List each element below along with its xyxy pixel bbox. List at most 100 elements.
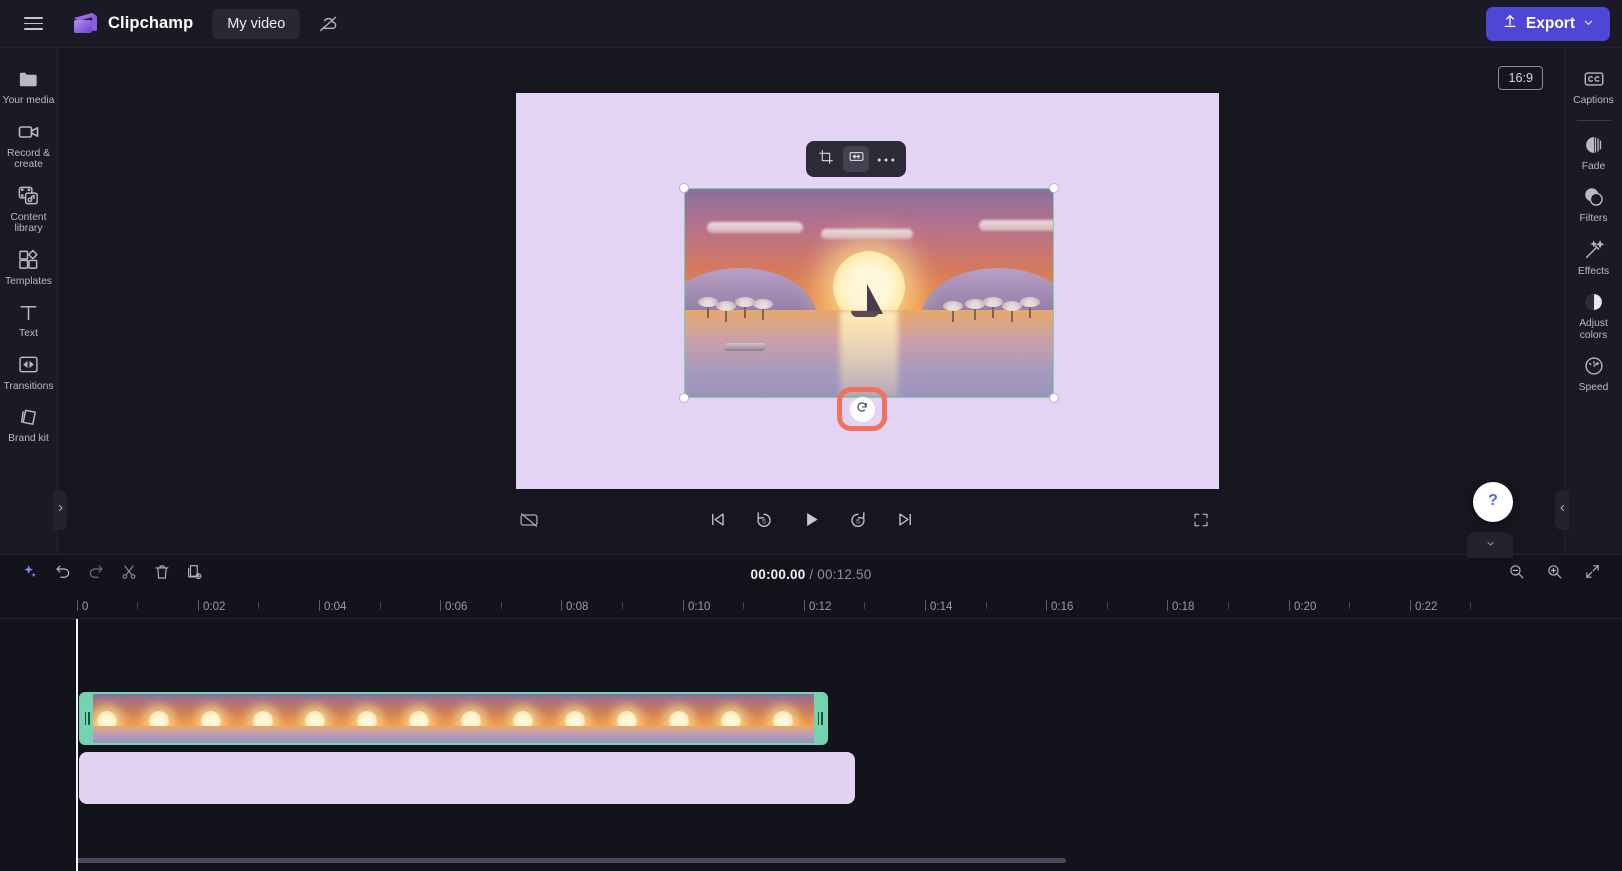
brand-kit-icon — [17, 405, 40, 429]
sidebar-item-effects[interactable]: Effects — [1565, 231, 1622, 284]
editor-body: Your media Record & create Content libra… — [0, 48, 1622, 558]
sidebar-item-adjust-colors[interactable]: Adjust colors — [1565, 283, 1622, 347]
forward-5-button[interactable]: 5 — [843, 507, 873, 537]
sidebar-item-content-library[interactable]: Content library — [0, 177, 58, 241]
resize-handle-top-left[interactable] — [679, 183, 689, 193]
sidebar-item-brand-kit[interactable]: Brand kit — [0, 398, 58, 451]
sidebar-item-record-create[interactable]: Record & create — [0, 113, 58, 177]
sidebar-label: Effects — [1577, 265, 1610, 277]
text-icon — [17, 300, 40, 324]
playback-controls-bar: 5 5 — [58, 490, 1564, 554]
duplicate-button[interactable] — [181, 560, 209, 588]
fit-fill-button[interactable] — [843, 146, 869, 172]
timeline-scroll-track[interactable] — [0, 858, 1622, 867]
clip-thumbnail — [757, 694, 809, 743]
sidebar-item-templates[interactable]: Templates — [0, 241, 58, 294]
trash-icon — [153, 563, 171, 586]
resize-handle-bottom-right[interactable] — [1049, 393, 1059, 403]
ruler-label: 0:10 — [688, 601, 711, 613]
sidebar-item-your-media[interactable]: Your media — [0, 60, 58, 113]
rotate-handle-highlight — [837, 387, 887, 431]
zoom-in-button[interactable] — [1540, 560, 1568, 588]
help-panel-collapse[interactable] — [1467, 532, 1513, 558]
cloud-off-icon[interactable] — [311, 7, 345, 41]
selected-video-element[interactable] — [684, 188, 1054, 398]
rewind-5-button[interactable]: 5 — [749, 507, 779, 537]
delete-button[interactable] — [148, 560, 176, 588]
sidebar-item-filters[interactable]: Filters — [1565, 178, 1622, 231]
sidebar-item-text[interactable]: Text — [0, 293, 58, 346]
fit-timeline-button[interactable] — [1578, 560, 1606, 588]
timeline-tracks[interactable] — [0, 619, 1622, 871]
undo-button[interactable] — [49, 560, 77, 588]
resize-handle-bottom-left[interactable] — [679, 393, 689, 403]
clip-thumbnail — [185, 694, 237, 743]
clip-thumbnail — [705, 694, 757, 743]
preview-stage: 16:9 — [58, 48, 1564, 490]
clip-thumbnail — [549, 694, 601, 743]
sidebar-label: Templates — [5, 275, 52, 287]
playhead[interactable] — [76, 619, 78, 871]
clipchamp-logo-icon — [72, 12, 99, 35]
sidebar-label: Text — [19, 328, 38, 339]
speedometer-icon — [1583, 354, 1605, 378]
aspect-ratio-button[interactable]: 16:9 — [1498, 66, 1543, 90]
fullscreen-button[interactable] — [1186, 507, 1216, 537]
right-sidebar: Captions Fade Filters Effects Adjust col… — [1555, 48, 1622, 554]
timeline-horizontal-scrollbar[interactable] — [76, 858, 1066, 863]
split-button[interactable] — [115, 560, 143, 588]
top-bar: Clipchamp My video Export — [0, 0, 1622, 48]
audio-clip[interactable] — [79, 752, 855, 804]
sidebar-item-speed[interactable]: Speed — [1565, 347, 1622, 400]
chevron-down-icon — [1484, 535, 1497, 553]
transport-controls: 5 5 — [702, 507, 920, 537]
clipchamp-editor: Clipchamp My video Export Your media Rec… — [0, 0, 1622, 871]
captions-toggle-button[interactable] — [514, 507, 544, 537]
sidebar-item-fade[interactable]: Fade — [1565, 126, 1622, 179]
resize-handle-top-right[interactable] — [1049, 183, 1059, 193]
total-time: 00:12.50 — [817, 566, 872, 582]
clip-thumbnail — [601, 694, 653, 743]
ruler-label: 0 — [82, 601, 89, 613]
more-options-button[interactable] — [873, 146, 899, 172]
timeline-panel: 00:00.00 / 00:12.50 0 0:02 0:04 0:06 0:0… — [0, 554, 1622, 871]
closed-captions-icon — [1583, 67, 1605, 91]
timeline-ruler[interactable]: 0 0:02 0:04 0:06 0:08 0:10 0:12 0:14 0:1… — [0, 593, 1622, 619]
chevron-down-icon — [1583, 15, 1594, 33]
ruler-label: 0:06 — [445, 601, 468, 613]
sidebar-item-captions[interactable]: Captions — [1565, 60, 1622, 113]
time-separator: / — [809, 566, 814, 582]
trim-handle-left[interactable] — [81, 694, 93, 743]
sidebar-item-transitions[interactable]: Transitions — [0, 346, 58, 399]
rotate-handle-button[interactable] — [849, 396, 875, 422]
right-sidebar-collapse-toggle[interactable] — [1555, 490, 1569, 530]
zoom-in-icon — [1546, 563, 1563, 585]
hamburger-menu-icon[interactable] — [16, 7, 50, 41]
svg-text:?: ? — [1488, 492, 1498, 509]
project-name-field[interactable]: My video — [212, 8, 301, 39]
svg-text:5: 5 — [856, 518, 860, 525]
play-button[interactable] — [796, 507, 826, 537]
redo-button[interactable] — [82, 560, 110, 588]
duplicate-icon — [186, 563, 204, 586]
help-button[interactable]: ? — [1473, 482, 1513, 522]
sidebar-label: Record & create — [7, 147, 50, 171]
trim-handle-right[interactable] — [814, 694, 826, 743]
zoom-out-button[interactable] — [1502, 560, 1530, 588]
export-button[interactable]: Export — [1485, 6, 1610, 41]
video-canvas[interactable] — [516, 93, 1219, 489]
magic-tools-button[interactable] — [16, 560, 44, 588]
skip-to-start-button[interactable] — [702, 507, 732, 537]
brand-name: Clipchamp — [108, 14, 194, 32]
timeline-zoom-controls — [1502, 560, 1606, 588]
crop-button[interactable] — [813, 146, 839, 172]
skip-to-end-button[interactable] — [890, 507, 920, 537]
zoom-out-icon — [1508, 563, 1525, 585]
sidebar-label: Speed — [1578, 382, 1609, 393]
ellipsis-icon — [877, 150, 895, 168]
ruler-label: 0:18 — [1172, 601, 1195, 613]
question-mark-icon: ? — [1481, 488, 1505, 517]
left-sidebar-collapse-toggle[interactable] — [53, 490, 67, 530]
video-frame-image — [685, 189, 1053, 397]
video-clip[interactable] — [79, 692, 828, 745]
